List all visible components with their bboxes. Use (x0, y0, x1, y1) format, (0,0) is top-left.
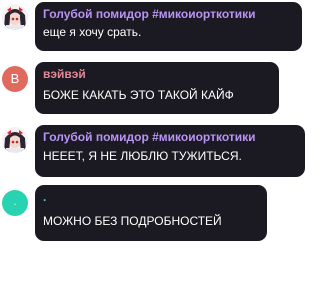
message-text: БОЖЕ КАКАТЬ ЭТО ТАКОЙ КАЙФ (43, 88, 234, 102)
avatar-letter: В (10, 71, 20, 86)
message-text: МОЖНО БЕЗ ПОДРОБНОСТЕЙ (43, 214, 222, 228)
sender-name[interactable]: Голубой помидор #микоиорткотики (43, 6, 294, 22)
message-bubble[interactable]: вэйвэй БОЖЕ КАКАТЬ ЭТО ТАКОЙ КАЙФ (35, 62, 279, 114)
anime-girl-avatar-icon[interactable] (2, 4, 28, 30)
message-row: Голубой помидор #микоиорткотики еще я хо… (0, 0, 320, 56)
anime-girl-avatar-icon[interactable] (2, 127, 28, 153)
message-row: Голубой помидор #микоиорткотики НЕЕЕТ, Я… (0, 122, 320, 180)
user-initial-avatar[interactable]: В (2, 66, 28, 92)
message-bubble[interactable]: . МОЖНО БЕЗ ПОДРОБНОСТЕЙ (35, 185, 267, 241)
message-row: В вэйвэй БОЖЕ КАКАТЬ ЭТО ТАКОЙ КАЙФ (0, 60, 320, 120)
message-text: НЕЕЕТ, Я НЕ ЛЮБЛЮ ТУЖИТЬСЯ. (43, 149, 242, 163)
message-bubble[interactable]: Голубой помидор #микоиорткотики НЕЕЕТ, Я… (35, 125, 305, 177)
sender-name[interactable]: Голубой помидор #микоиорткотики (43, 129, 297, 145)
sender-name[interactable]: вэйвэй (43, 66, 271, 82)
sender-name[interactable]: . (43, 189, 259, 205)
message-row: . . МОЖНО БЕЗ ПОДРОБНОСТЕЙ (0, 182, 320, 244)
message-bubble[interactable]: Голубой помидор #микоиорткотики еще я хо… (35, 2, 302, 51)
message-text: еще я хочу срать. (43, 25, 142, 39)
avatar-letter: . (13, 197, 17, 208)
user-initial-avatar[interactable]: . (2, 190, 28, 216)
